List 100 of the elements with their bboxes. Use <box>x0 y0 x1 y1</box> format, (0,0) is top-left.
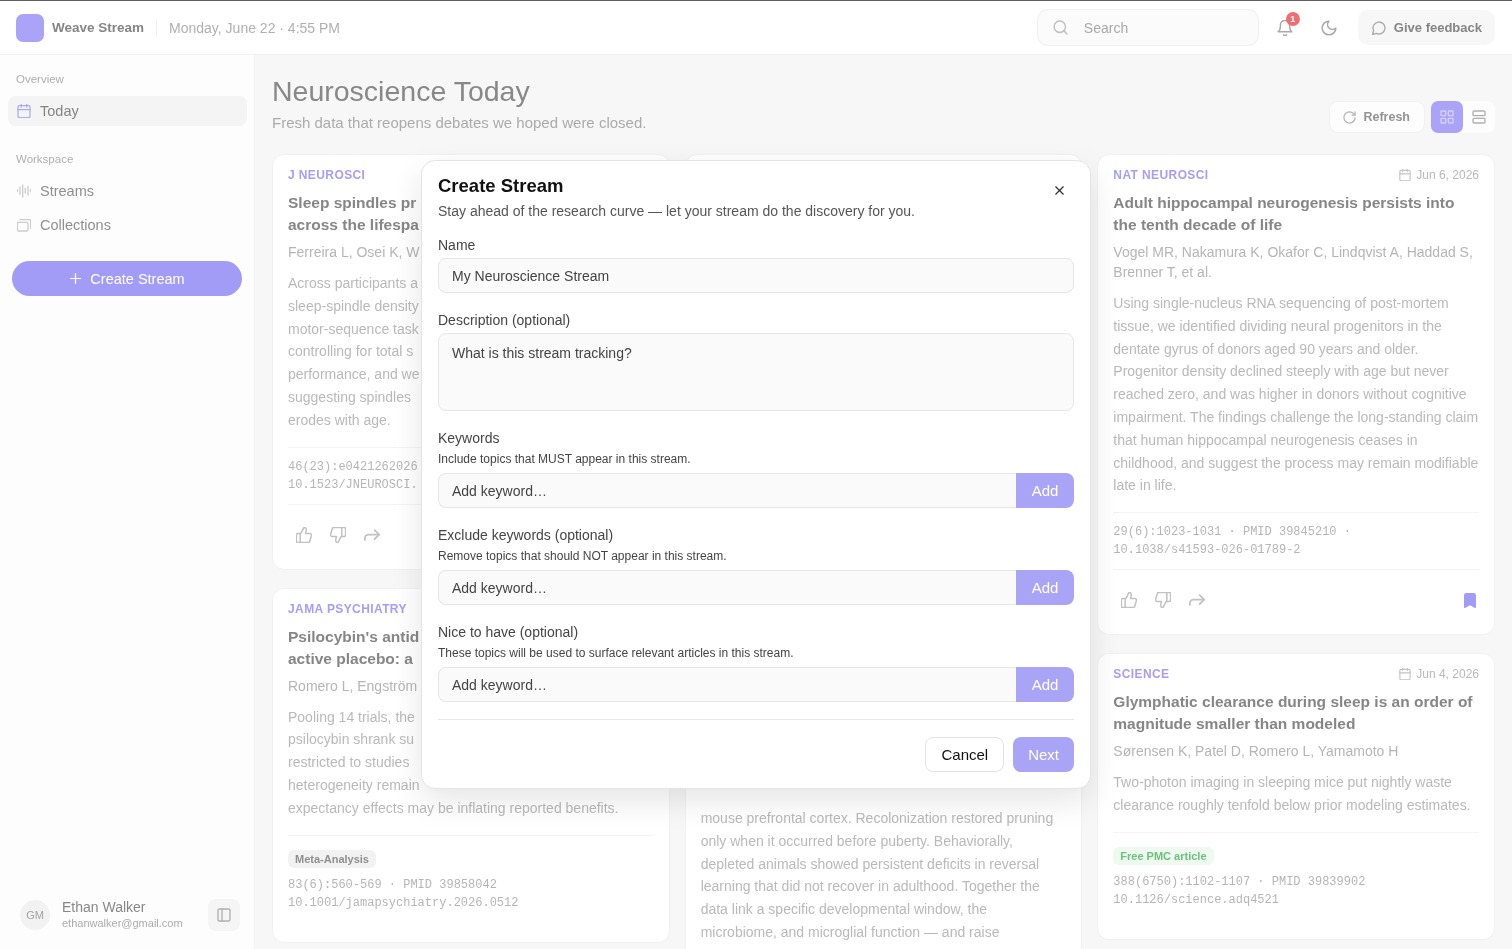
calendar-icon <box>17 104 31 118</box>
abstract-line: sleep-spindle density <box>288 296 419 316</box>
field-label: Keywords <box>438 429 501 447</box>
sidebar-toggle-button[interactable] <box>208 899 240 931</box>
thumbs-down-icon[interactable] <box>330 526 346 543</box>
author-list: Vogel MR, Nakamura K, Okafor C, Lindqvist A, Haddad S, Brenner T, et al. <box>1113 242 1479 282</box>
abstract-line: controlling for total s <box>288 342 414 362</box>
abstract-line: erodes with age. <box>288 410 391 430</box>
article-tag: Meta-Analysis <box>288 849 376 868</box>
textarea-field[interactable]: What is this stream tracking? <box>438 333 1074 411</box>
close-icon[interactable] <box>1053 184 1066 197</box>
abstract-line: heterogeneity remain <box>288 775 420 795</box>
user-name: Ethan Walker <box>62 899 147 916</box>
field-hint: These topics will be used to surface relevant articles in this stream. <box>438 645 795 661</box>
abstract-line: suggesting spindles <box>288 388 411 407</box>
citation-line: 10.1001/jamapsychiatry.2026.0512 <box>288 894 519 912</box>
next-button[interactable]: Next <box>1013 737 1074 772</box>
journal-name: JAMA PSYCHIATRY <box>288 601 407 616</box>
citation-line: 10.1038/s41593-026-01789-2 <box>1113 542 1301 560</box>
user-email: ethanwalker@gmail.com <box>62 916 183 931</box>
publish-date: Jun 6, 2026 <box>1416 168 1479 182</box>
citation-line: 29(6):1023-1031 · PMID 39845210 · <box>1113 524 1351 542</box>
stacked-cards-icon <box>17 218 31 232</box>
app-name: Weave Stream <box>52 20 145 35</box>
search-icon <box>1052 20 1068 35</box>
publish-date: Jun 4, 2026 <box>1416 667 1479 682</box>
user-avatar: GM <box>20 900 50 930</box>
waveform-icon <box>17 184 31 198</box>
journal-name: J NEUROSCI <box>288 168 366 182</box>
citation-line: 10.1126/science.adq4521 <box>1113 891 1279 909</box>
article-title[interactable]: Glymphatic clearance during sleep is an order of magnitude smaller than modeled <box>1113 691 1479 736</box>
author-list: Romero L, Engström <box>288 675 418 696</box>
section-heading: Overview <box>15 72 65 86</box>
article-tag: Free PMC article <box>1113 846 1214 865</box>
section-heading: Workspace <box>15 152 75 166</box>
article-title[interactable]: across the lifespa <box>288 214 419 236</box>
field-label: Description (optional) <box>438 311 572 329</box>
forward-arrow-icon[interactable] <box>364 528 380 541</box>
abstract-line: mouse prefrontal cortex. Recolonization restored pruning <box>700 809 1054 828</box>
chat-bubble-icon <box>1371 20 1386 35</box>
moon-icon[interactable] <box>1320 19 1337 36</box>
sidebar-panel-icon <box>217 908 231 922</box>
citation-line: 388(6750):1102-1107 · PMID 39839902 <box>1113 873 1366 891</box>
journal-name: NAT NEUROSCI <box>1113 168 1209 182</box>
logo-icon <box>16 13 44 42</box>
page-title: Neuroscience Today <box>272 74 531 109</box>
abstract-line: expectancy effects may be inflating reported benefits. <box>288 798 619 818</box>
citation-line: 83(6):560-569 · PMID 39858042 <box>288 876 497 894</box>
abstract-line: depleted animals showed persistent deficits in reversal <box>700 854 1040 874</box>
refresh-icon <box>1343 110 1357 124</box>
abstract-line: microbiome, and microglial function — and raise <box>700 923 1000 942</box>
citation-line: 10.1523/JNEUROSCI. <box>288 476 418 494</box>
forward-arrow-icon[interactable] <box>1189 594 1206 607</box>
keyword-input[interactable]: Add keyword… <box>438 570 1016 605</box>
add-button[interactable]: Add <box>1016 667 1074 702</box>
abstract-line: performance, and we <box>288 365 420 385</box>
journal-name: SCIENCE <box>1113 667 1170 682</box>
keyword-input[interactable]: Add keyword… <box>438 667 1016 702</box>
cancel-button[interactable]: Cancel <box>925 737 1005 772</box>
plus-icon <box>69 272 83 285</box>
article-abstract: Using single-nucleus RNA sequencing of post-mortem tissue, we identified dividing neural progenitors in the dentate gyrus of donors aged 90 years and older. Progenitor density declined steeply with age but never reached zero, and was higher in donors without cognitive impairment. The findings challenge the long-standing claim that human hippocampal neurogenesis ceases in childhood, and suggest the process may remain modifiable late in life. <box>1113 294 1479 496</box>
notification-badge: 1 <box>1285 11 1300 26</box>
thumbs-up-icon[interactable] <box>1121 592 1138 609</box>
field-hint: Remove topics that should NOT appear in this stream. <box>438 548 728 564</box>
citation-line: 46(23):e0421262026 <box>288 458 418 476</box>
field-label: Name <box>438 236 477 254</box>
sidebar-item[interactable]: Streams <box>8 176 247 206</box>
field-label: Exclude keywords (optional) <box>438 526 615 544</box>
add-button[interactable]: Add <box>1016 570 1074 605</box>
rows-icon <box>1472 110 1486 124</box>
article-title[interactable]: active placebo: a <box>288 647 413 670</box>
grid-icon <box>1440 110 1454 124</box>
article-title[interactable]: Adult hippocampal neurogenesis persists into the tenth decade of life <box>1113 192 1479 236</box>
abstract-line: data link a specific developmental window, the <box>700 900 988 920</box>
thumbs-down-icon[interactable] <box>1155 592 1172 609</box>
sidebar-item[interactable]: Collections <box>8 210 247 240</box>
abstract-line: restricted to studies <box>288 753 410 773</box>
grid-view-button[interactable] <box>1431 101 1463 133</box>
abstract-line: motor-sequence task <box>288 319 419 339</box>
add-button[interactable]: Add <box>1016 473 1074 508</box>
abstract-line: psilocybin shrank su <box>288 730 415 750</box>
abstract-line: Pooling 14 trials, the <box>288 707 415 727</box>
page-subtitle: Fresh data that reopens debates we hoped were closed. <box>272 113 647 133</box>
author-list: Ferreira L, Osei K, W <box>288 242 420 262</box>
create-stream-button[interactable]: Create Stream <box>12 261 242 296</box>
feedback-button[interactable]: Give feedback <box>1357 10 1495 45</box>
bookmark-icon[interactable] <box>1464 592 1476 608</box>
abstract-line: learning that did not recover in adulthood. Together the <box>700 877 1040 897</box>
dialog-subtitle: Stay ahead of the research curve — let your stream do the discovery for you. <box>438 202 916 221</box>
date-time: Monday, June 22 · 4:55 PM <box>169 19 340 36</box>
refresh-button[interactable]: Refresh <box>1330 102 1424 132</box>
thumbs-up-icon[interactable] <box>296 526 312 543</box>
search-field[interactable]: Search <box>1037 10 1258 45</box>
calendar-icon <box>1399 668 1412 681</box>
keyword-input[interactable]: Add keyword… <box>438 473 1016 508</box>
text-input[interactable]: My Neuroscience Stream <box>438 258 1074 293</box>
article-title[interactable]: Psilocybin's antid <box>288 625 420 648</box>
article-title[interactable]: Sleep spindles pr <box>288 192 417 214</box>
sidebar-item[interactable]: Today <box>8 96 247 126</box>
field-label: Nice to have (optional) <box>438 623 580 641</box>
